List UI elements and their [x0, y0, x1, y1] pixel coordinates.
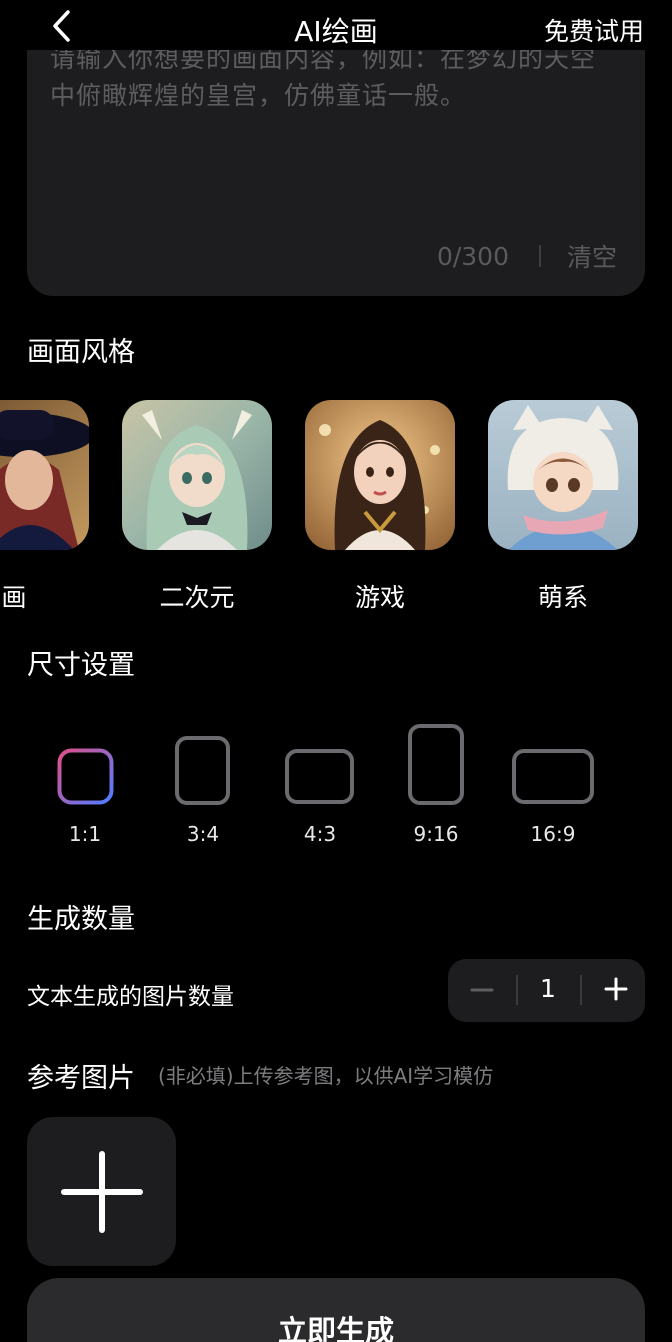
free-trial-button[interactable]: 免费试用	[544, 12, 644, 48]
game-girl-thumbnail-icon	[305, 400, 455, 550]
reference-section-title: 参考图片	[27, 1063, 135, 1094]
ai-painting-page: 请输入你想要的画面内容，例如：在梦幻的天空中俯瞰辉煌的皇宫，仿佛童话一般。 0/…	[0, 0, 672, 1342]
tall-size-icon	[408, 724, 464, 805]
style-card-3[interactable]	[488, 400, 638, 550]
quantity-stepper: 1	[448, 959, 645, 1022]
style-label-0: 画	[1, 583, 27, 612]
prompt-footer: 0/300 清空	[437, 238, 617, 274]
minus-icon[interactable]	[470, 974, 494, 1006]
count-section-title: 生成数量	[27, 904, 135, 935]
stepper-divider	[580, 975, 582, 1005]
size-label-4-3: 4:3	[303, 822, 337, 846]
count-label: 文本生成的图片数量	[27, 984, 234, 1010]
landscape-size-icon	[285, 749, 354, 804]
style-label-2: 游戏	[354, 583, 405, 612]
style-card-2[interactable]	[305, 400, 455, 550]
style-label-1: 二次元	[159, 583, 235, 612]
wide-size-icon	[512, 749, 594, 804]
anime-girl-thumbnail-icon	[122, 400, 272, 550]
size-label-3-4: 3:4	[186, 822, 220, 846]
size-section-title: 尺寸设置	[27, 650, 135, 681]
reference-hint: (非必填)上传参考图，以供AI学习模仿	[158, 1064, 494, 1088]
style-section-title: 画面风格	[27, 337, 135, 368]
prompt-char-counter: 0/300	[436, 241, 509, 271]
upload-reference-button[interactable]	[27, 1117, 176, 1266]
style-card-1[interactable]	[122, 400, 272, 550]
portrait-hat-thumbnail-icon	[0, 400, 89, 550]
size-label-16-9: 16:9	[530, 822, 576, 846]
generate-button-label: 立即生成	[277, 1314, 394, 1342]
generate-button[interactable]: 立即生成	[27, 1278, 645, 1342]
style-card-0[interactable]	[0, 400, 89, 550]
header: AI绘画 免费试用	[0, 0, 672, 50]
size-label-9-16: 9:16	[413, 822, 459, 846]
prompt-placeholder: 请输入你想要的画面内容，例如：在梦幻的天空中俯瞰辉煌的皇宫，仿佛童话一般。	[50, 44, 597, 110]
size-label-1-1: 1:1	[68, 822, 102, 846]
clear-button[interactable]: 清空	[567, 238, 617, 274]
add-icon	[61, 1151, 143, 1233]
cute-child-thumbnail-icon	[488, 400, 638, 550]
prompt-footer-divider	[538, 245, 541, 267]
portrait-size-icon	[175, 736, 230, 805]
style-label-3: 萌系	[537, 583, 588, 612]
quantity-value: 1	[540, 974, 556, 1003]
plus-icon[interactable]	[604, 977, 628, 1001]
square-size-icon	[57, 748, 114, 805]
